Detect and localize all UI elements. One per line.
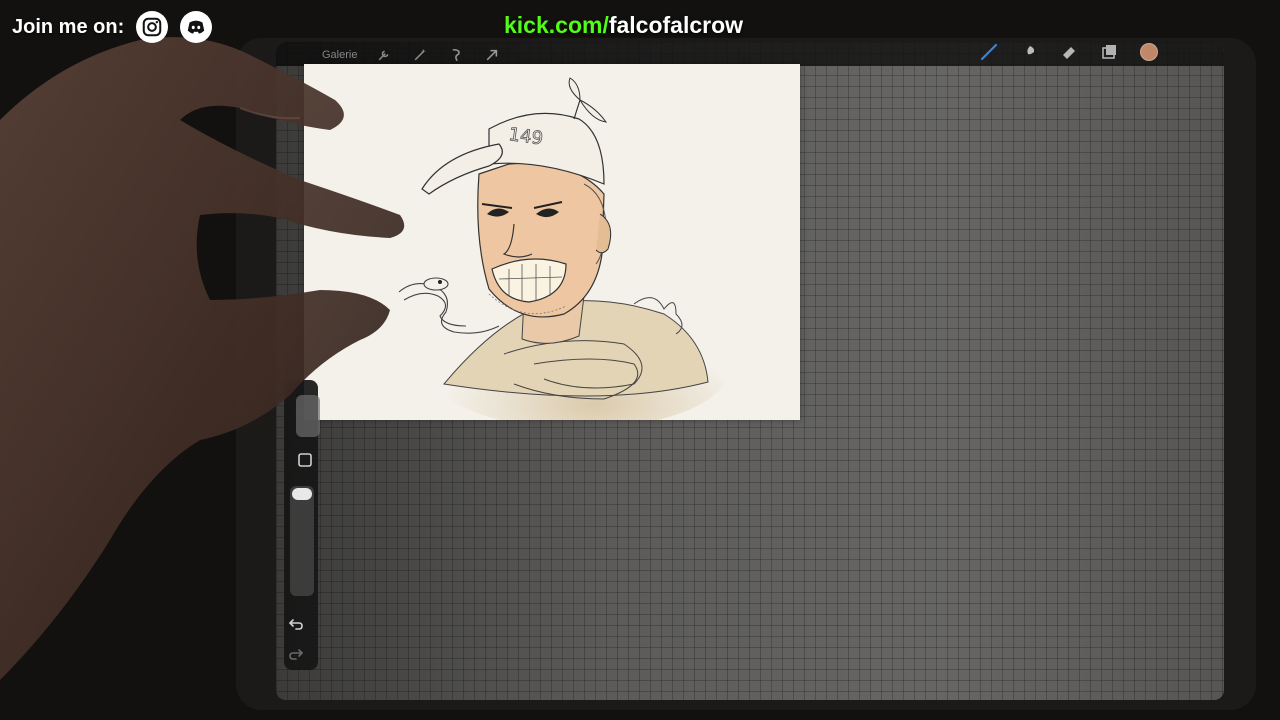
layers-icon[interactable] <box>1100 43 1118 61</box>
transform-arrow-icon[interactable] <box>483 46 501 64</box>
opacity-slider-thumb[interactable] <box>292 488 312 500</box>
wrench-icon[interactable] <box>375 46 393 64</box>
kick-domain: kick.com/ <box>504 12 609 38</box>
gallery-button[interactable]: Galerie <box>322 49 357 61</box>
discord-icon[interactable] <box>180 11 213 43</box>
magic-wand-icon[interactable] <box>411 46 429 64</box>
modify-square-icon[interactable] <box>296 451 314 469</box>
brush-icon[interactable] <box>980 43 998 61</box>
social-overlay: Join me on: <box>12 10 213 44</box>
drawing-canvas[interactable]: 149 <box>304 64 800 420</box>
top-toolbar: Galerie <box>276 42 1224 66</box>
instagram-icon[interactable] <box>136 11 169 43</box>
redo-icon[interactable] <box>286 644 306 664</box>
top-right-tools <box>980 42 1158 63</box>
smudge-icon[interactable] <box>1020 43 1038 61</box>
kick-username: falcofalcrow <box>608 12 744 38</box>
brush-size-slider[interactable] <box>296 395 320 437</box>
undo-icon[interactable] <box>286 614 306 634</box>
opacity-slider[interactable] <box>290 486 314 596</box>
eraser-icon[interactable] <box>1060 43 1078 61</box>
top-left-tools: Galerie <box>322 45 501 65</box>
color-swatch[interactable] <box>1140 43 1158 61</box>
join-label: Join me on: <box>12 15 125 38</box>
kick-channel-link[interactable]: kick.com/falcofalcrow <box>504 12 743 39</box>
selection-icon[interactable] <box>447 46 465 64</box>
